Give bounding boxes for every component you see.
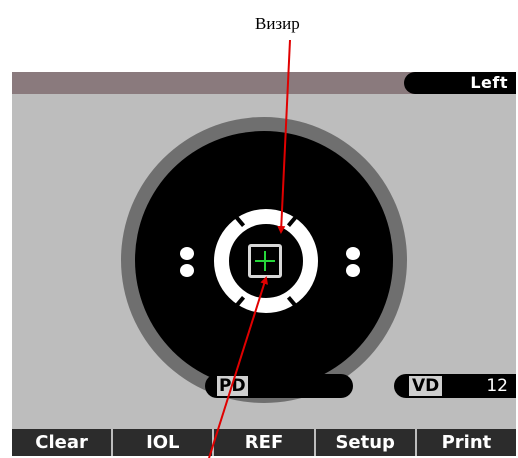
clear-button[interactable]: Clear <box>12 429 112 456</box>
ref-button[interactable]: REF <box>214 429 314 456</box>
side-indicator: Left <box>404 72 516 94</box>
crosshair-vertical <box>264 251 266 271</box>
print-button[interactable]: Print <box>416 429 516 456</box>
device-screen: Left PD VD 12 Clear IOL REF Setup Print <box>12 72 516 456</box>
right-marker-dot-bottom <box>346 264 360 277</box>
pd-label: PD <box>217 376 248 396</box>
iol-button[interactable]: IOL <box>113 429 213 456</box>
vd-label: VD <box>409 376 443 396</box>
left-marker-dot-bottom <box>180 264 194 277</box>
softkey-bar: Clear IOL REF Setup Print <box>12 429 516 456</box>
vd-value: 12 <box>486 376 508 396</box>
annotation-caption: Визир <box>255 14 300 33</box>
left-marker-dot-top <box>180 247 194 260</box>
right-marker-dot-top <box>346 247 360 260</box>
setup-button[interactable]: Setup <box>315 429 415 456</box>
